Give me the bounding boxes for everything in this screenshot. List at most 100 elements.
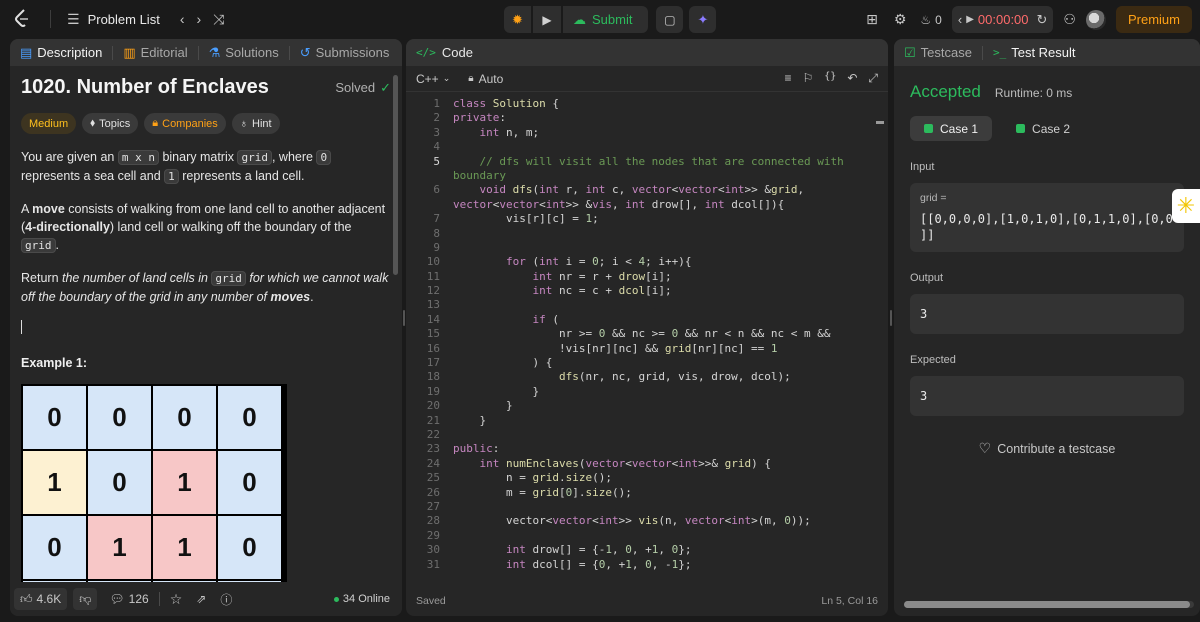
timer-value: 00:00:00 (977, 12, 1029, 27)
next-problem-icon[interactable]: › (196, 11, 201, 27)
like-button[interactable]: 👍︎ 4.6K (14, 588, 68, 610)
solved-status: Solved ✓ (335, 80, 391, 96)
companies-tag[interactable]: 🔒︎ Companies (144, 113, 226, 134)
grid-cell: 0 (23, 516, 86, 579)
topics-tag[interactable]: ⬧ Topics (82, 113, 139, 134)
format-icon[interactable]: ≡ (785, 71, 792, 86)
notes-button[interactable]: ▢ (656, 6, 684, 33)
checkbox-icon: ☑ (904, 44, 916, 60)
tab-submissions[interactable]: ↺ Submissions (300, 45, 390, 61)
check-icon (924, 124, 933, 133)
horizontal-scrollbar[interactable] (904, 601, 1194, 608)
grid-cell: 0 (88, 451, 151, 514)
inline-code: m x n (117, 150, 159, 165)
grid-cell: 0 (153, 386, 216, 449)
description-scrollbar[interactable] (393, 75, 398, 275)
divider (112, 45, 114, 60)
code-line: 2 private: (433, 111, 506, 125)
scrollbar-thumb[interactable] (904, 601, 1190, 608)
code-line: 4 (433, 140, 440, 154)
text: You are given an (21, 150, 118, 164)
cloud-upload-icon: ☁ (573, 11, 586, 27)
braces-icon[interactable]: {} (824, 71, 836, 86)
comments-button[interactable]: 💬︎ 126 (109, 592, 148, 606)
debug-button[interactable]: ✹ (504, 6, 531, 33)
result-panel: ☑ Testcase >_ Test Result Accepted Runti… (894, 39, 1200, 616)
text: . (310, 290, 314, 304)
avatar[interactable] (1085, 9, 1106, 30)
lock-icon: 🔒︎ (152, 117, 159, 129)
prev-problem-icon[interactable]: ‹ (180, 11, 185, 27)
text: Return (21, 271, 62, 285)
top-bar: ☰ Problem List ‹ › ⤨ ✹ ▶ ☁ Submit ▢ ✦ ⊞ … (0, 0, 1200, 39)
code-line: 28 vector<vector<int>> vis(n, vector<int… (426, 514, 811, 528)
italic-text: the number of land cells in (62, 271, 212, 285)
text: represents a land cell. (178, 169, 305, 183)
ai-assistant-button[interactable]: ✦ (689, 6, 717, 33)
reset-icon[interactable]: ↻ (1037, 12, 1048, 28)
bold-text: move (32, 202, 65, 216)
description-tabs: ▤ Description ▥ Editorial ⚗ Solutions ↺ … (10, 39, 402, 66)
code-line: boundary (453, 168, 506, 182)
tab-description[interactable]: ▤ Description (20, 45, 102, 61)
code-line: 25 n = grid.size(); (426, 471, 612, 485)
tab-testcase[interactable]: ☑ Testcase (904, 45, 972, 61)
tag-row: Medium ⬧ Topics 🔒︎ Companies ♁ Hint (21, 113, 391, 134)
companies-label: Companies (162, 117, 218, 130)
code-editor[interactable]: 1 class Solution { 2 private: 3 int n, m; … (406, 97, 888, 584)
input-var: grid = (920, 192, 947, 204)
code-toolbar: C++ ⌄ 🔒︎ Auto ≡ ⚐ {} ↶ ⤢ (406, 66, 888, 92)
note-icon: ▢ (664, 12, 676, 27)
bookmark-icon[interactable]: ⚐ (803, 71, 814, 86)
case-1-tab[interactable]: Case 1 (910, 116, 993, 141)
problem-title[interactable]: 1020. Number of Enclaves (21, 76, 269, 99)
case-label: Case 2 (1032, 121, 1071, 136)
case-2-tab[interactable]: Case 2 (1002, 116, 1084, 141)
hint-tag[interactable]: ♁ Hint (231, 113, 280, 134)
minimap-marker (876, 121, 884, 124)
add-user-icon[interactable]: ⚇ (1063, 11, 1076, 28)
grid-cell: 1 (23, 451, 86, 514)
divider (288, 45, 290, 60)
bold-text: 4-directionally (25, 220, 110, 234)
tab-test-result[interactable]: >_ Test Result (993, 45, 1076, 60)
history-icon: ↺ (299, 44, 311, 60)
dislike-button[interactable]: 👎︎ (73, 588, 98, 610)
layout-icon[interactable]: ⊞ (866, 11, 878, 28)
leetcode-logo[interactable] (10, 7, 34, 31)
timer[interactable]: ‹ ▶ 00:00:00 ↻ (951, 6, 1054, 33)
code-line: 21 } (426, 413, 487, 427)
help-icon[interactable]: ⓘ (220, 591, 232, 608)
code-line: 18 dfs(nr, nc, grid, vis, drow, dcol); (426, 370, 791, 384)
tab-editorial[interactable]: ▥ Editorial (123, 45, 187, 61)
code-line: 17 ) { (426, 356, 553, 370)
star-icon[interactable]: ☆ (170, 591, 183, 608)
online-indicator: 34 Online (333, 593, 390, 605)
share-icon[interactable]: ⇗ (196, 592, 206, 606)
grid-cell: 1 (88, 516, 151, 579)
input-value: [[0,0,0,0],[1,0,1,0],[0,1,1,0],[0,0,0 ]] (920, 212, 1174, 242)
reset-code-icon[interactable]: ↶ (847, 71, 857, 86)
contribute-testcase-button[interactable]: ♡ Contribute a testcase (910, 440, 1184, 457)
sparkle-widget[interactable]: ✳ (1172, 189, 1200, 223)
code-line: 14 if ( (426, 312, 559, 326)
gear-icon[interactable]: ⚙ (894, 11, 907, 28)
code-tab-label[interactable]: Code (442, 45, 473, 60)
expand-icon[interactable]: ⤢ (868, 71, 878, 86)
shuffle-icon[interactable]: ⤨ (213, 11, 224, 28)
check-circle-icon: ✓ (380, 79, 391, 95)
run-button[interactable]: ▶ (533, 6, 561, 33)
panel-resize-handle[interactable] (890, 310, 892, 326)
code-line: 16 !vis[nr][nc] && grid[nr][nc] == 1 (426, 341, 778, 355)
panel-resize-handle[interactable] (403, 310, 405, 326)
problem-list-button[interactable]: ☰ Problem List (67, 11, 160, 28)
streak-counter[interactable]: ♨ 0 (920, 13, 941, 27)
submit-button[interactable]: ☁ Submit (563, 6, 649, 33)
premium-button[interactable]: Premium (1115, 6, 1192, 33)
grid-cell: 0 (23, 386, 86, 449)
tab-solutions[interactable]: ⚗ Solutions (209, 45, 279, 61)
timer-play-icon: ▶ (966, 14, 974, 25)
tab-label: Testcase (920, 45, 972, 60)
auto-mode[interactable]: 🔒︎ Auto (468, 72, 503, 86)
language-select[interactable]: C++ ⌄ (416, 72, 450, 86)
